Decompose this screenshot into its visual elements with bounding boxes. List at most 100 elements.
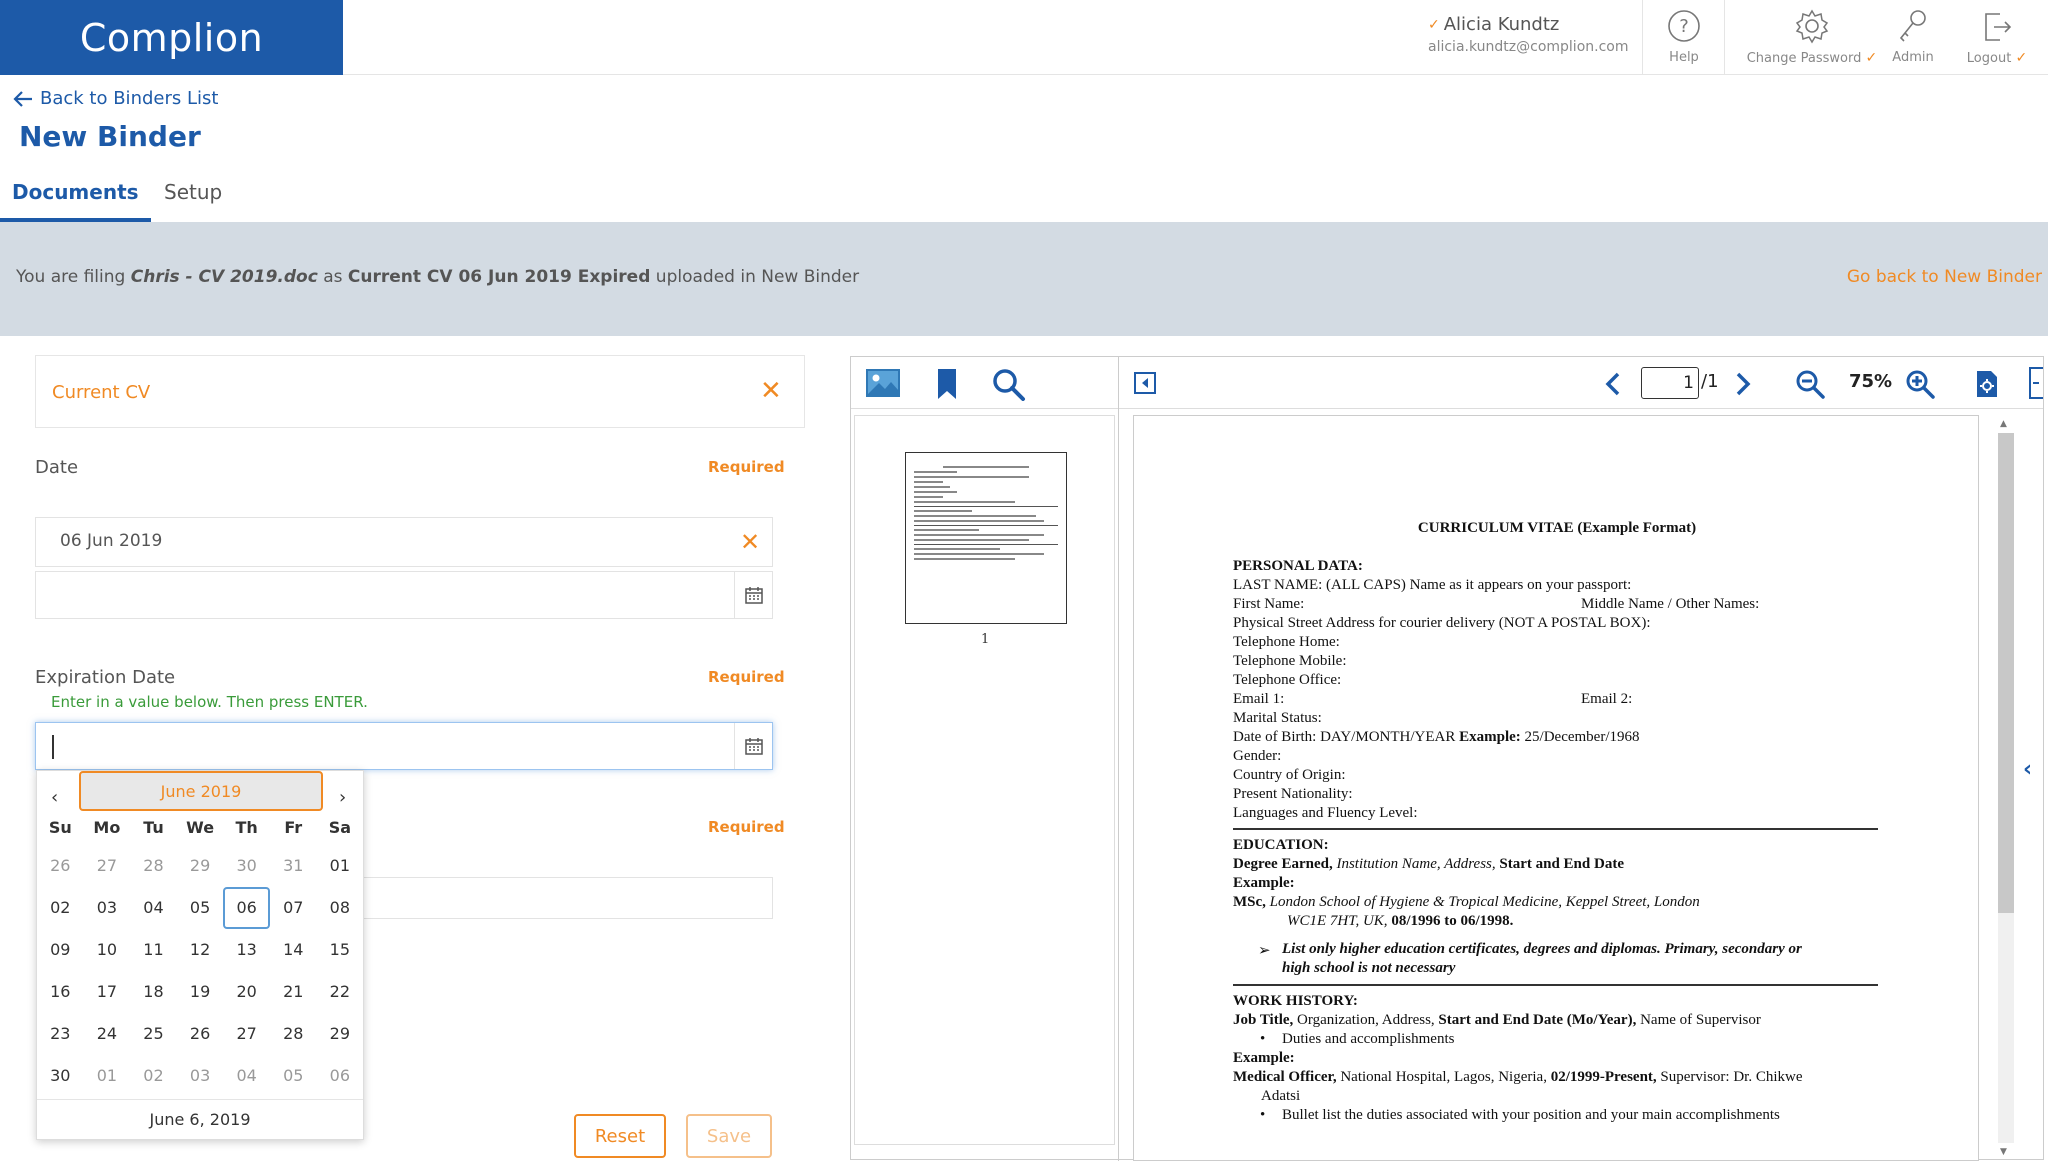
- calendar-day[interactable]: 02: [37, 887, 84, 929]
- tab-bar: Documents Setup: [0, 176, 2048, 222]
- document-settings-icon[interactable]: [1975, 369, 1999, 403]
- calendar-day[interactable]: 27: [84, 845, 131, 887]
- image-thumbnails-icon[interactable]: [865, 367, 901, 403]
- document-scrollbar[interactable]: ▲ ▼: [1996, 415, 2016, 1161]
- user-info[interactable]: ✓ Alicia Kundtz alicia.kundtz@complion.co…: [1428, 14, 1643, 55]
- calendar-day[interactable]: 28: [270, 1013, 317, 1055]
- zoom-out-icon[interactable]: [1795, 369, 1827, 403]
- bullet-icon: •: [1260, 1031, 1266, 1047]
- calendar-day[interactable]: 30: [223, 845, 270, 887]
- reset-button[interactable]: Reset: [574, 1114, 666, 1158]
- thumbnail-pane: 1: [854, 415, 1115, 1145]
- document-type-select[interactable]: Current CV ✕: [35, 355, 805, 428]
- calendar-day[interactable]: 23: [37, 1013, 84, 1055]
- calendar-day[interactable]: 16: [37, 971, 84, 1013]
- doc-line: Bullet list the duties associated with y…: [1282, 1107, 1780, 1123]
- zoom-in-icon[interactable]: [1905, 369, 1937, 403]
- clear-date-icon[interactable]: ✕: [740, 530, 760, 554]
- doc-line: First Name:: [1233, 596, 1305, 612]
- calendar-day[interactable]: 20: [223, 971, 270, 1013]
- calendar-icon[interactable]: [734, 723, 772, 769]
- calendar-day[interactable]: 04: [130, 887, 177, 929]
- change-password-button[interactable]: Change Password ✓: [1742, 6, 1882, 66]
- scroll-down-icon[interactable]: ▼: [2000, 1147, 2007, 1157]
- calendar-day[interactable]: 07: [270, 887, 317, 929]
- help-icon: ?: [1662, 6, 1706, 46]
- calendar-day[interactable]: 09: [37, 929, 84, 971]
- calendar-day[interactable]: 22: [317, 971, 364, 1013]
- admin-button[interactable]: Admin: [1888, 6, 1938, 65]
- calendar-day[interactable]: 01: [84, 1055, 131, 1097]
- scroll-thumb[interactable]: [1998, 433, 2014, 913]
- calendar-day[interactable]: 10: [84, 929, 131, 971]
- doc-line: Adatsi: [1261, 1088, 1301, 1104]
- doc-line: Email 2:: [1581, 691, 1633, 707]
- date-required: Required: [708, 458, 785, 476]
- bookmark-icon[interactable]: [935, 367, 959, 405]
- calendar-day[interactable]: 05: [177, 887, 224, 929]
- go-back-link[interactable]: Go back to New Binder: [1847, 267, 2042, 287]
- calendar-day[interactable]: 03: [177, 1055, 224, 1097]
- calendar-day[interactable]: 04: [223, 1055, 270, 1097]
- calendar-day-selected[interactable]: 06: [223, 887, 270, 929]
- date-display[interactable]: 06 Jun 2019 ✕: [35, 517, 773, 567]
- complion-logo[interactable]: Complion: [0, 0, 343, 75]
- tab-documents[interactable]: Documents: [0, 176, 151, 222]
- calendar-day[interactable]: 24: [84, 1013, 131, 1055]
- calendar-day[interactable]: 01: [317, 845, 364, 887]
- next-month-button[interactable]: ›: [339, 787, 346, 808]
- doc-line: Present Nationality:: [1233, 786, 1353, 802]
- calendar-day[interactable]: 13: [223, 929, 270, 971]
- calendar-day[interactable]: 08: [317, 887, 364, 929]
- calendar-day[interactable]: 28: [130, 845, 177, 887]
- expand-panel-icon[interactable]: [2029, 367, 2047, 403]
- calendar-day[interactable]: 25: [130, 1013, 177, 1055]
- month-year-button[interactable]: June 2019: [79, 771, 323, 811]
- calendar-day[interactable]: 30: [37, 1055, 84, 1097]
- page-number-input[interactable]: 1: [1641, 367, 1699, 399]
- search-icon[interactable]: [991, 367, 1027, 405]
- calendar-day[interactable]: 06: [317, 1055, 364, 1097]
- tab-setup[interactable]: Setup: [152, 176, 234, 222]
- calendar-day[interactable]: 29: [317, 1013, 364, 1055]
- calendar-day[interactable]: 17: [84, 971, 131, 1013]
- doc-line: Date of Birth: DAY/MONTH/YEAR Example: 2…: [1233, 729, 1640, 745]
- back-to-binders-link[interactable]: Back to Binders List: [12, 88, 218, 109]
- today-button[interactable]: June 6, 2019: [37, 1099, 363, 1139]
- prev-page-icon[interactable]: [1603, 371, 1623, 401]
- scroll-up-icon[interactable]: ▲: [2000, 419, 2007, 429]
- calendar-day[interactable]: 26: [37, 845, 84, 887]
- date-input[interactable]: [35, 571, 773, 619]
- chevron-left-icon[interactable]: ‹: [2023, 757, 2032, 782]
- calendar-day[interactable]: 19: [177, 971, 224, 1013]
- doc-line: high school is not necessary: [1282, 960, 1456, 976]
- calendar-day[interactable]: 29: [177, 845, 224, 887]
- calendar-day[interactable]: 11: [130, 929, 177, 971]
- calendar-day[interactable]: 21: [270, 971, 317, 1013]
- calendar-day[interactable]: 18: [130, 971, 177, 1013]
- calendar-day[interactable]: 31: [270, 845, 317, 887]
- page-thumbnail[interactable]: [905, 452, 1067, 624]
- save-button[interactable]: Save: [686, 1114, 772, 1158]
- hidden-field-input[interactable]: [360, 877, 773, 919]
- calendar-day[interactable]: 02: [130, 1055, 177, 1097]
- calendar-day[interactable]: 15: [317, 929, 364, 971]
- calendar-day[interactable]: 26: [177, 1013, 224, 1055]
- help-button[interactable]: ? Help: [1662, 6, 1706, 65]
- change-password-label: Change Password: [1746, 51, 1862, 66]
- calendar-day[interactable]: 05: [270, 1055, 317, 1097]
- calendar-day[interactable]: 12: [177, 929, 224, 971]
- logout-button[interactable]: Logout ✓: [1962, 6, 2032, 66]
- zoom-level[interactable]: 75%: [1849, 371, 1892, 392]
- text-caret: [52, 735, 54, 759]
- calendar-day[interactable]: 14: [270, 929, 317, 971]
- calendar-icon[interactable]: [734, 572, 772, 618]
- calendar-day[interactable]: 03: [84, 887, 131, 929]
- filing-message: You are filing Chris - CV 2019.doc as Cu…: [16, 267, 860, 287]
- clear-icon[interactable]: ✕: [760, 378, 782, 404]
- next-page-icon[interactable]: [1733, 371, 1753, 401]
- expiration-date-input[interactable]: [35, 722, 773, 770]
- collapse-panel-icon[interactable]: [1133, 371, 1157, 399]
- calendar-day[interactable]: 27: [223, 1013, 270, 1055]
- prev-month-button[interactable]: ‹: [51, 787, 58, 808]
